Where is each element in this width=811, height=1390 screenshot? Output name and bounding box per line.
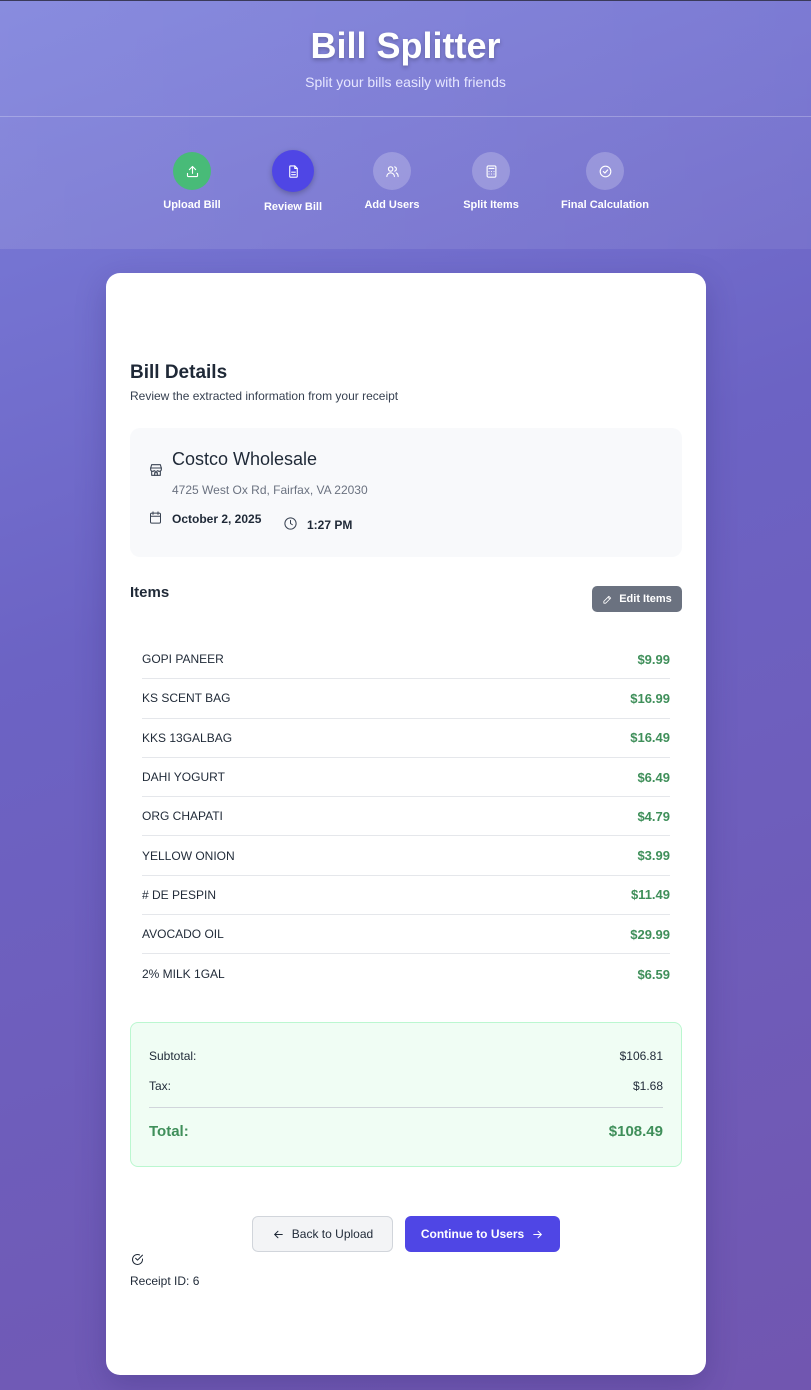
receipt-id: Receipt ID: 6 — [130, 1274, 200, 1288]
list-item: YELLOW ONION $3.99 — [142, 836, 670, 876]
edit-items-label: Edit Items — [619, 593, 672, 605]
store-info: Costco Wholesale 4725 West Ox Rd, Fairfa… — [130, 428, 682, 557]
app-title: Bill Splitter — [310, 25, 501, 66]
subtotal-value: $106.81 — [619, 1049, 663, 1063]
app-subtitle: Split your bills easily with friends — [305, 74, 506, 90]
bill-time: 1:27 PM — [307, 518, 353, 532]
arrow-left-icon — [274, 1230, 283, 1238]
item-name: # DE PESPIN — [142, 887, 217, 902]
arrow-right-icon — [533, 1230, 542, 1238]
document-icon — [272, 150, 314, 192]
back-to-upload-button[interactable]: Back to Upload — [252, 1216, 393, 1252]
items-list: GOPI PANEER $9.99 KS SCENT BAG $16.99 KKS … — [142, 640, 670, 994]
store-icon — [150, 464, 162, 476]
calendar-icon — [150, 511, 161, 524]
item-name: ORG CHAPATI — [142, 809, 223, 824]
section-title: Bill Details — [130, 362, 228, 383]
items-title: Items — [130, 584, 170, 601]
step-label: Split Items — [463, 199, 519, 211]
total-label: Total: — [149, 1123, 189, 1140]
item-price: $11.49 — [630, 887, 670, 903]
bill-date: October 2, 2025 — [172, 512, 262, 526]
continue-to-users-button[interactable]: Continue to Users — [405, 1216, 560, 1252]
pencil-icon — [603, 595, 612, 604]
list-item: ORG CHAPATI $4.79 — [142, 797, 670, 837]
item-price: $6.59 — [637, 966, 670, 982]
list-item: KKS 13GALBAG $16.49 — [142, 719, 670, 758]
step-final-calculation[interactable]: Final Calculation — [545, 152, 665, 211]
item-name: KS SCENT BAG — [142, 691, 231, 706]
header-divider — [0, 116, 811, 117]
item-name: DAHI YOGURT — [142, 770, 225, 785]
item-price: $6.49 — [637, 769, 670, 785]
tax-label: Tax: — [149, 1079, 172, 1093]
check-circle-icon — [132, 1254, 143, 1265]
list-item: # DE PESPIN $11.49 — [142, 876, 670, 916]
item-price: $3.99 — [637, 848, 670, 864]
clock-icon — [284, 517, 297, 530]
list-item: DAHI YOGURT $6.49 — [142, 758, 670, 798]
item-name: KKS 13GALBAG — [142, 730, 233, 745]
list-item: GOPI PANEER $9.99 — [142, 640, 670, 680]
store-name: Costco Wholesale — [172, 449, 318, 469]
step-label: Final Calculation — [560, 199, 649, 211]
total-row: Total: $108.49 — [149, 1123, 663, 1140]
section-subtitle: Review the extracted information from yo… — [130, 389, 399, 403]
step-split-items[interactable]: Split Items — [431, 152, 551, 211]
total-value: $108.49 — [608, 1123, 663, 1140]
totals-summary: Subtotal: $106.81 Tax: $1.68 Total: $108… — [130, 1022, 682, 1167]
tax-value: $1.68 — [632, 1079, 663, 1093]
bill-details-card: Bill Details Review the extracted inform… — [106, 273, 706, 1375]
item-price: $9.99 — [637, 651, 670, 667]
item-name: YELLOW ONION — [142, 848, 235, 863]
upload-icon — [173, 152, 211, 190]
subtotal-label: Subtotal: — [149, 1049, 197, 1063]
item-price: $4.79 — [637, 808, 670, 824]
users-icon — [373, 152, 411, 190]
list-item: KS SCENT BAG $16.99 — [142, 679, 670, 719]
item-price: $16.99 — [630, 690, 670, 706]
app-header: Bill Splitter Split your bills easily wi… — [0, 1, 811, 249]
item-price: $16.49 — [630, 730, 670, 746]
tax-row: Tax: $1.68 — [149, 1079, 663, 1093]
edit-items-button[interactable]: Edit Items — [592, 586, 682, 612]
item-name: GOPI PANEER — [142, 652, 224, 667]
totals-divider — [149, 1107, 663, 1108]
list-item: AVOCADO OIL $29.99 — [142, 915, 670, 955]
calculator-icon — [472, 152, 510, 190]
check-circle-icon — [586, 152, 624, 190]
back-label: Back to Upload — [291, 1227, 374, 1241]
item-name: 2% MILK 1GAL — [142, 967, 225, 982]
continue-label: Continue to Users — [420, 1227, 525, 1241]
item-price: $29.99 — [630, 926, 670, 942]
item-name: AVOCADO OIL — [142, 927, 224, 942]
store-address: 4725 West Ox Rd, Fairfax, VA 22030 — [172, 483, 368, 497]
list-item: 2% MILK 1GAL $6.59 — [142, 954, 670, 993]
subtotal-row: Subtotal: $106.81 — [149, 1049, 663, 1063]
